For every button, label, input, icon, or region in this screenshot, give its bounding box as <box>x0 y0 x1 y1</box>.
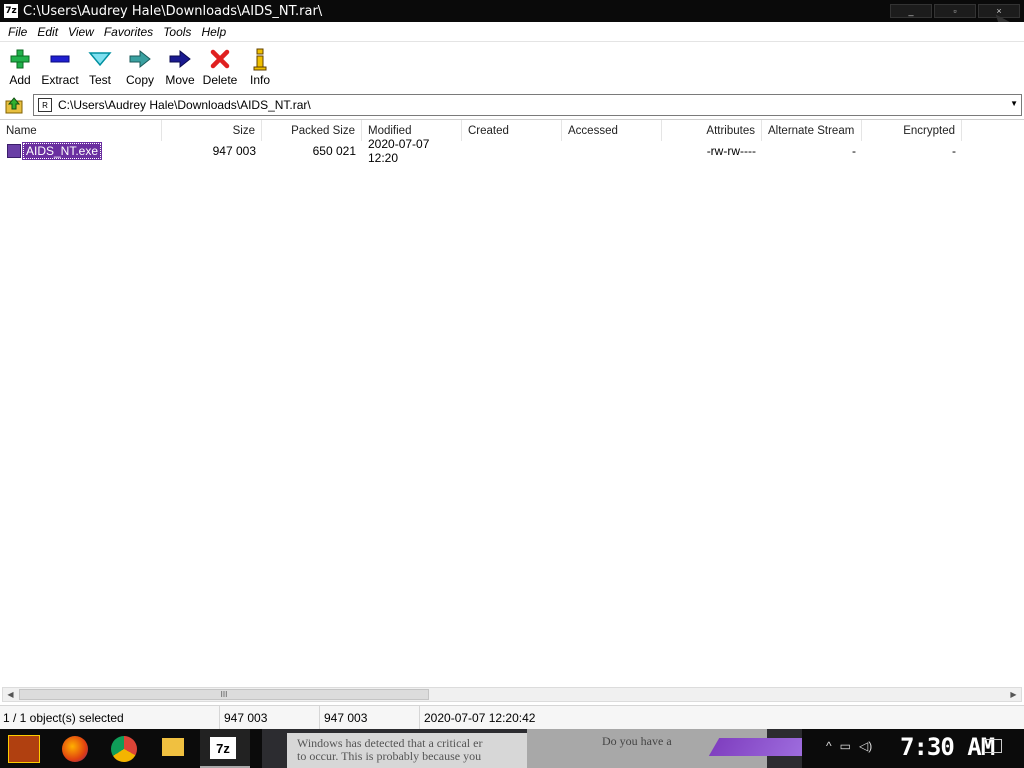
cell-accessed <box>562 142 662 160</box>
wallpaper-bar <box>708 738 802 756</box>
menu-help[interactable]: Help <box>196 25 231 39</box>
cell-modified: 2020-07-07 12:20 <box>368 137 430 165</box>
notification-icon[interactable] <box>984 739 1002 753</box>
folder-up-button[interactable] <box>2 94 26 116</box>
chrome-icon[interactable] <box>111 736 137 762</box>
menu-view[interactable]: View <box>63 25 99 39</box>
menu-favorites[interactable]: Favorites <box>99 25 158 39</box>
folder-icon[interactable] <box>162 738 184 756</box>
extract-button[interactable]: Extract <box>40 43 80 93</box>
status-selected: 1 / 1 object(s) selected <box>0 705 220 730</box>
info-button[interactable]: Info <box>240 43 280 93</box>
taskbar: 7z Windows has detected that a critical … <box>0 729 1024 768</box>
cell-packed-size: 650 021 <box>312 144 356 158</box>
scroll-left-icon[interactable]: ◀ <box>3 688 18 701</box>
arrow-right-icon <box>167 47 193 71</box>
7zip-app-icon: 7z <box>4 4 18 18</box>
network-icon[interactable]: ▭ <box>840 739 851 753</box>
list-header: Name Size Packed Size Modified Created A… <box>0 120 1024 141</box>
table-row[interactable]: AIDS_NT.exe 947 003 650 021 2020-07-07 1… <box>0 137 1024 165</box>
minus-icon <box>47 47 73 71</box>
wallpaper-text-2: to occur. This is probably because you <box>297 749 482 763</box>
status-bar: 1 / 1 object(s) selected 947 003 947 003… <box>0 705 1024 730</box>
minimize-button[interactable]: _ <box>890 4 932 18</box>
archive-icon: R <box>38 98 52 112</box>
wallpaper-text-3: Do you have a <box>602 734 672 748</box>
info-icon <box>247 47 273 71</box>
volume-icon[interactable]: ◁) <box>859 739 872 753</box>
minimize-icon: _ <box>908 6 914 16</box>
info-label: Info <box>249 73 270 87</box>
system-tray: ^ ▭ ◁) <box>826 739 872 753</box>
column-packed-size[interactable]: Packed Size <box>262 120 362 141</box>
cell-encrypted: - <box>952 144 956 158</box>
scroll-thumb-grip: III <box>220 690 228 699</box>
move-button[interactable]: Move <box>160 43 200 93</box>
plus-icon <box>7 47 33 71</box>
add-label: Add <box>9 73 31 87</box>
scroll-thumb[interactable]: III <box>19 689 429 700</box>
chevron-down-icon[interactable]: ▼ <box>1010 99 1018 108</box>
start-icon[interactable] <box>8 735 40 763</box>
menu-edit[interactable]: Edit <box>32 25 63 39</box>
extract-label: Extract <box>41 73 79 87</box>
exe-file-icon <box>7 144 21 158</box>
file-name[interactable]: AIDS_NT.exe <box>21 142 103 160</box>
delete-button[interactable]: Delete <box>200 43 240 93</box>
address-bar[interactable]: R C:\Users\Audrey Hale\Downloads\AIDS_NT… <box>33 94 1022 116</box>
file-list[interactable]: Name Size Packed Size Modified Created A… <box>0 119 1024 687</box>
horizontal-scrollbar[interactable]: ◀ III ▶ <box>2 687 1022 702</box>
maximize-button[interactable]: ▫ <box>934 4 976 18</box>
status-packed-size: 947 003 <box>320 705 420 730</box>
menu-tools[interactable]: Tools <box>158 25 196 39</box>
cell-attributes: -rw-rw---- <box>706 144 756 158</box>
x-icon <box>207 47 233 71</box>
address-path: C:\Users\Audrey Hale\Downloads\AIDS_NT.r… <box>58 98 311 112</box>
check-down-icon <box>87 47 113 71</box>
column-attributes[interactable]: Attributes <box>662 120 762 141</box>
column-size[interactable]: Size <box>162 120 262 141</box>
cell-alternate-stream: - <box>852 144 856 158</box>
wallpaper-strip: Windows has detected that a critical er … <box>262 729 802 768</box>
folder-up-icon <box>5 97 23 114</box>
column-created[interactable]: Created <box>462 120 562 141</box>
address-row: R C:\Users\Audrey Hale\Downloads\AIDS_NT… <box>0 93 1024 117</box>
menu-bar: File Edit View Favorites Tools Help <box>0 22 1024 42</box>
copy-button[interactable]: Copy <box>120 43 160 93</box>
maximize-icon: ▫ <box>953 6 957 16</box>
toolbar: Add Extract Test Copy Move Delete Info <box>0 43 1024 93</box>
double-arrow-icon <box>127 47 153 71</box>
move-label: Move <box>165 73 195 87</box>
7zip-icon[interactable]: 7z <box>208 735 238 761</box>
scroll-right-icon[interactable]: ▶ <box>1006 688 1021 701</box>
window-title: C:\Users\Audrey Hale\Downloads\AIDS_NT.r… <box>23 3 323 19</box>
column-name[interactable]: Name <box>0 120 162 141</box>
cell-name: AIDS_NT.exe <box>0 142 162 160</box>
column-accessed[interactable]: Accessed <box>562 120 662 141</box>
add-button[interactable]: Add <box>0 43 40 93</box>
cell-created <box>462 142 562 160</box>
status-size: 947 003 <box>220 705 320 730</box>
delete-label: Delete <box>202 73 238 87</box>
column-encrypted[interactable]: Encrypted <box>862 120 962 141</box>
menu-file[interactable]: File <box>3 25 32 39</box>
test-label: Test <box>88 73 111 87</box>
chevron-up-icon[interactable]: ^ <box>826 739 832 753</box>
title-bar: 7z C:\Users\Audrey Hale\Downloads\AIDS_N… <box>0 0 1024 35</box>
clock[interactable]: 7:30 AM <box>900 733 995 761</box>
firefox-icon[interactable] <box>62 736 88 762</box>
status-modified: 2020-07-07 12:20:42 <box>424 710 536 725</box>
copy-label: Copy <box>125 73 154 87</box>
test-button[interactable]: Test <box>80 43 120 93</box>
cell-size: 947 003 <box>212 144 256 158</box>
column-alternate-stream[interactable]: Alternate Stream <box>762 120 862 141</box>
wallpaper-text-panel: Windows has detected that a critical er … <box>287 733 547 768</box>
